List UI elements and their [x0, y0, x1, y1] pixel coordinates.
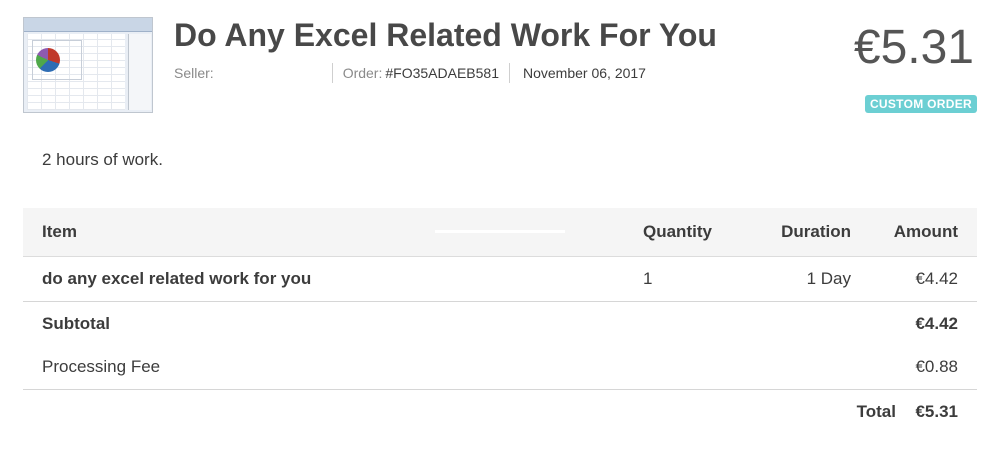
row-duration: 1 Day	[806, 269, 851, 288]
total-label: Total	[856, 401, 896, 421]
gig-thumbnail[interactable]	[23, 17, 153, 113]
header-amount: Amount	[893, 222, 958, 241]
header-duration: Duration	[781, 222, 851, 241]
row-quantity: 1	[643, 269, 653, 288]
thumbnail-side-pane	[128, 34, 151, 110]
row-amount: €4.42	[915, 269, 958, 288]
order-date: November 06, 2017	[523, 65, 646, 81]
order-id: #FO35ADAEB581	[385, 65, 499, 81]
processing-fee-row: Processing Fee €0.88	[23, 345, 977, 389]
pie-chart-icon	[36, 48, 60, 72]
order-table: Item Quantity Duration Amount do any exc…	[23, 208, 977, 433]
order-meta: Seller: Order: #FO35ADAEB581 November 06…	[174, 63, 646, 83]
fee-value: €0.88	[915, 357, 958, 376]
subtotal-label: Subtotal	[42, 313, 110, 333]
order-title[interactable]: Do Any Excel Related Work For You	[174, 17, 717, 54]
total-value: €5.31	[915, 401, 958, 421]
header-divider-mark	[435, 230, 565, 233]
thumbnail-ribbon	[24, 18, 152, 32]
seller-label: Seller:	[174, 65, 214, 81]
custom-order-badge: CUSTOM ORDER	[864, 95, 977, 113]
table-header: Item Quantity Duration Amount	[23, 208, 977, 257]
seller-name-redacted	[222, 68, 322, 78]
order-description: 2 hours of work.	[42, 150, 163, 169]
fee-label: Processing Fee	[42, 357, 161, 376]
row-item: do any excel related work for you	[42, 269, 312, 288]
order-price: €5.31	[853, 21, 974, 74]
meta-divider	[509, 63, 510, 83]
header-quantity: Quantity	[643, 222, 712, 241]
subtotal-row: Subtotal €4.42	[23, 301, 977, 345]
total-row: Total €5.31	[23, 389, 977, 433]
header-item: Item	[42, 222, 77, 241]
subtotal-value: €4.42	[915, 313, 958, 333]
table-row: do any excel related work for you 1 1 Da…	[23, 257, 977, 301]
meta-divider	[331, 63, 333, 83]
order-label: Order:	[342, 65, 383, 81]
